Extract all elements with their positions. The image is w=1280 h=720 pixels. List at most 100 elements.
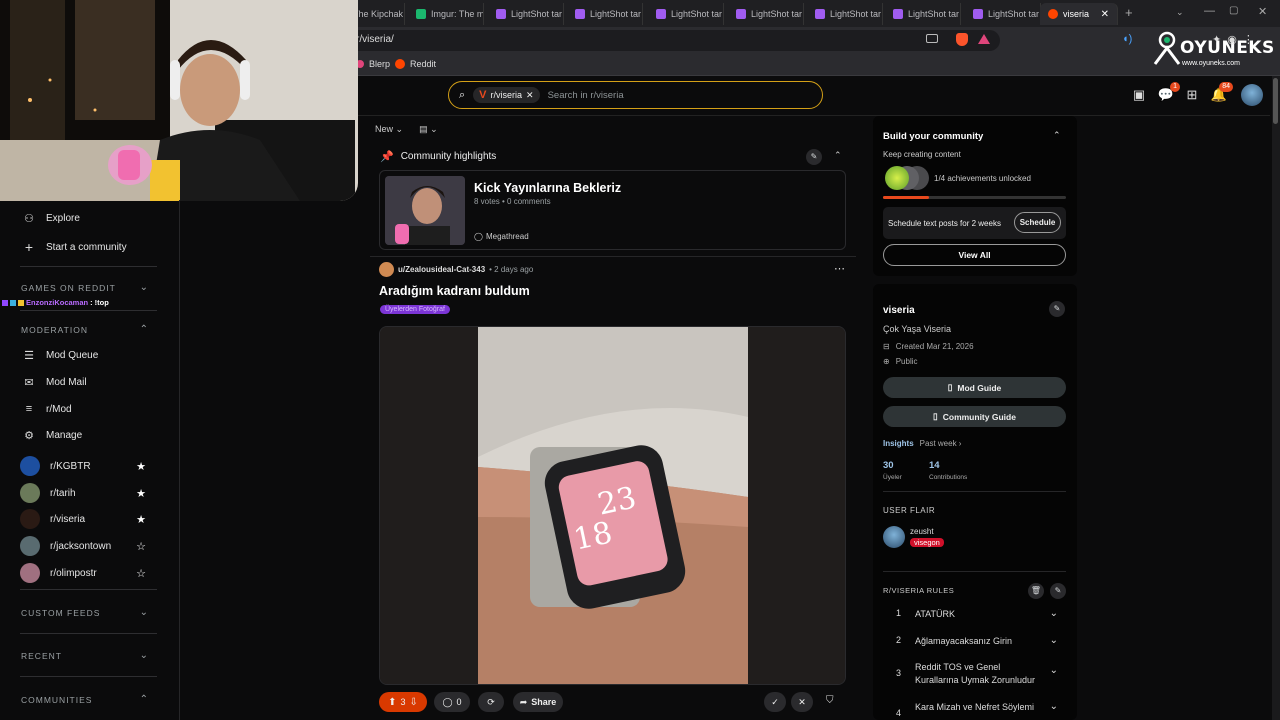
new-tab-icon[interactable]: + (1125, 5, 1133, 20)
notifications-icon[interactable]: 🔔 84 (1210, 82, 1233, 104)
browser-tab[interactable]: Imgur: The m (408, 3, 484, 25)
insights-row[interactable]: Insights Past week › (883, 439, 961, 448)
author-avatar[interactable] (379, 262, 394, 277)
bookmark-reddit[interactable]: Reddit (395, 59, 436, 69)
cast-icon[interactable] (926, 34, 938, 43)
sort-dropdown[interactable]: New ⌄ (375, 124, 403, 135)
star-filled-icon[interactable]: ★ (136, 487, 146, 500)
share-button[interactable]: ➦ Share (513, 692, 563, 712)
sidebar-item-r-mod[interactable]: ≡ r/Mod (22, 403, 152, 415)
divider (20, 676, 157, 677)
sidebar-item-mod-queue[interactable]: ☰ Mod Queue (22, 349, 152, 362)
sidebar-community-viseria[interactable]: r/viseria ★ (20, 509, 146, 529)
sidebar-community-kgbtr[interactable]: r/KGBTR ★ (20, 456, 146, 476)
post-image[interactable]: 23 18 (379, 326, 846, 685)
section-communities[interactable]: COMMUNITIES ⌃ (21, 694, 149, 705)
user-avatar[interactable] (1241, 84, 1263, 106)
collapse-icon[interactable]: ⌃ (1053, 130, 1061, 141)
view-all-button[interactable]: View All (883, 244, 1066, 266)
browser-tab[interactable]: LightShot tar (807, 3, 883, 25)
chevron-down-icon[interactable]: ⌄ (1050, 608, 1058, 619)
browser-tab[interactable]: LightShot tar (728, 3, 804, 25)
divider (883, 571, 1066, 572)
trash-icon[interactable]: 🗑 (1028, 583, 1044, 599)
rule-item[interactable]: 4 Kara Mizah ve Nefret Söylemi ⌄ (883, 701, 1063, 718)
remove-button[interactable]: ✕ (791, 692, 813, 712)
maximize-icon[interactable]: ▢ (1229, 5, 1238, 16)
view-toggle-icon[interactable]: ▤ ⌄ (419, 124, 438, 135)
browser-tab[interactable]: LightShot tar (965, 3, 1041, 25)
mod-guide-button[interactable]: ▯ Mod Guide (883, 377, 1066, 398)
bookmark-blerp[interactable]: Blerp (356, 59, 390, 69)
chip-close-icon[interactable]: ✕ (526, 90, 534, 101)
sidebar-community-olimpostr[interactable]: r/olimpostr ☆ (20, 563, 146, 583)
post-title[interactable]: Aradığım kadranı buldum (379, 284, 530, 298)
chevron-down-icon[interactable]: ⌄ (1050, 665, 1058, 676)
search-scope-chip[interactable]: V r/viseria ✕ (473, 87, 540, 103)
minimize-icon[interactable]: — (1204, 5, 1215, 17)
sidebar-community-jacksontown[interactable]: r/jacksontown ☆ (20, 536, 146, 556)
extension-icons[interactable]: ✦◉⋮ (1212, 33, 1260, 46)
sidebar-item-manage[interactable]: ⚙ Manage (22, 429, 152, 442)
vote-count: 3 (400, 697, 406, 707)
close-window-icon[interactable]: ✕ (1258, 5, 1267, 18)
tab-list-icon[interactable]: ⌄ (1176, 7, 1184, 18)
rule-item[interactable]: 3 Reddit TOS ve Genel Kurallarına Uymak Z… (883, 661, 1063, 689)
rule-item[interactable]: 2 Ağlamayacaksanız Girin ⌄ (883, 635, 1063, 649)
section-custom-feeds[interactable]: CUSTOM FEEDS ⌄ (21, 607, 149, 618)
crosspost-button[interactable]: ⟳ (478, 692, 504, 712)
created-row: ⊟ Created Mar 21, 2026 (883, 342, 974, 351)
sidebar-item-explore[interactable]: ⚇ Explore (22, 212, 152, 225)
schedule-button[interactable]: Schedule (1014, 212, 1061, 233)
browser-tab[interactable]: LightShot tar (885, 3, 961, 25)
section-games[interactable]: GAMES ON REDDIT ⌄ (21, 282, 149, 293)
create-post-icon[interactable]: ⊞ (1183, 86, 1201, 104)
mod-shield-icon[interactable]: ⛉ (826, 695, 834, 706)
browser-tab[interactable]: LightShot tar (648, 3, 724, 25)
scrollbar-thumb[interactable] (1273, 78, 1278, 124)
chevron-down-icon[interactable]: ⌄ (1050, 701, 1058, 712)
webcam-overlay (0, 0, 358, 201)
rewards-icon[interactable] (978, 34, 990, 44)
url-field[interactable]: r/viseria/ (340, 30, 1000, 51)
advertise-icon[interactable]: ▣ (1130, 86, 1148, 104)
section-recent[interactable]: RECENT ⌄ (21, 650, 149, 661)
edit-icon[interactable]: ✎ (1050, 583, 1066, 599)
search-box[interactable]: ⌕ V r/viseria ✕ Search in r/viseria (448, 81, 823, 109)
star-outline-icon[interactable]: ☆ (136, 567, 146, 580)
reddit-favicon-icon (1048, 9, 1058, 19)
upvote-icon[interactable]: ⬆ (388, 697, 396, 708)
brave-shield-icon[interactable] (956, 33, 968, 46)
highlight-card[interactable]: Kick Yayınlarına Bekleriz 8 votes • 0 co… (379, 170, 846, 250)
close-tab-icon[interactable]: ✕ (1101, 9, 1109, 20)
star-filled-icon[interactable]: ★ (136, 513, 146, 526)
section-moderation[interactable]: MODERATION ⌃ (21, 324, 149, 335)
post-flair[interactable]: Üyelerden Fotoğraf (380, 305, 450, 314)
browser-tab[interactable]: LightShot tar (488, 3, 564, 25)
star-outline-icon[interactable]: ☆ (136, 540, 146, 553)
comments-button[interactable]: ◯ 0 (434, 692, 470, 712)
chevron-down-icon[interactable]: ⌄ (1050, 635, 1058, 646)
flair-user-avatar[interactable] (883, 526, 905, 548)
post-author[interactable]: u/Zealousideal-Cat-343 (398, 265, 485, 274)
community-guide-button[interactable]: ▯ Community Guide (883, 406, 1066, 427)
chat-icon[interactable]: 💬 1 (1157, 82, 1180, 104)
vote-control[interactable]: ⬆ 3 ⇩ (379, 692, 427, 712)
edit-icon[interactable]: ✎ (1049, 301, 1065, 317)
flair-tag[interactable]: visegon (910, 538, 944, 547)
achievement-badges[interactable] (885, 166, 929, 190)
more-options-icon[interactable]: ⋯ (834, 262, 845, 275)
sidebar-community-tarih[interactable]: r/tarih ★ (20, 483, 146, 503)
edit-highlights-icon[interactable]: ✎ (806, 149, 822, 165)
collapse-icon[interactable]: ⌃ (834, 150, 842, 161)
scrollbar[interactable] (1272, 76, 1280, 720)
rule-item[interactable]: 1 ATATÜRK ⌄ (883, 608, 1063, 622)
tab-viseria[interactable]: viseria ✕ (1040, 3, 1118, 25)
browser-tab[interactable]: LightShot tar (567, 3, 643, 25)
downvote-icon[interactable]: ⇩ (410, 697, 418, 708)
sidebar-item-mod-mail[interactable]: ✉ Mod Mail (22, 376, 152, 389)
approve-button[interactable]: ✓ (764, 692, 786, 712)
tab-favicon-icon (416, 9, 426, 19)
star-filled-icon[interactable]: ★ (136, 460, 146, 473)
sidebar-item-start-community[interactable]: + Start a community (22, 239, 152, 255)
